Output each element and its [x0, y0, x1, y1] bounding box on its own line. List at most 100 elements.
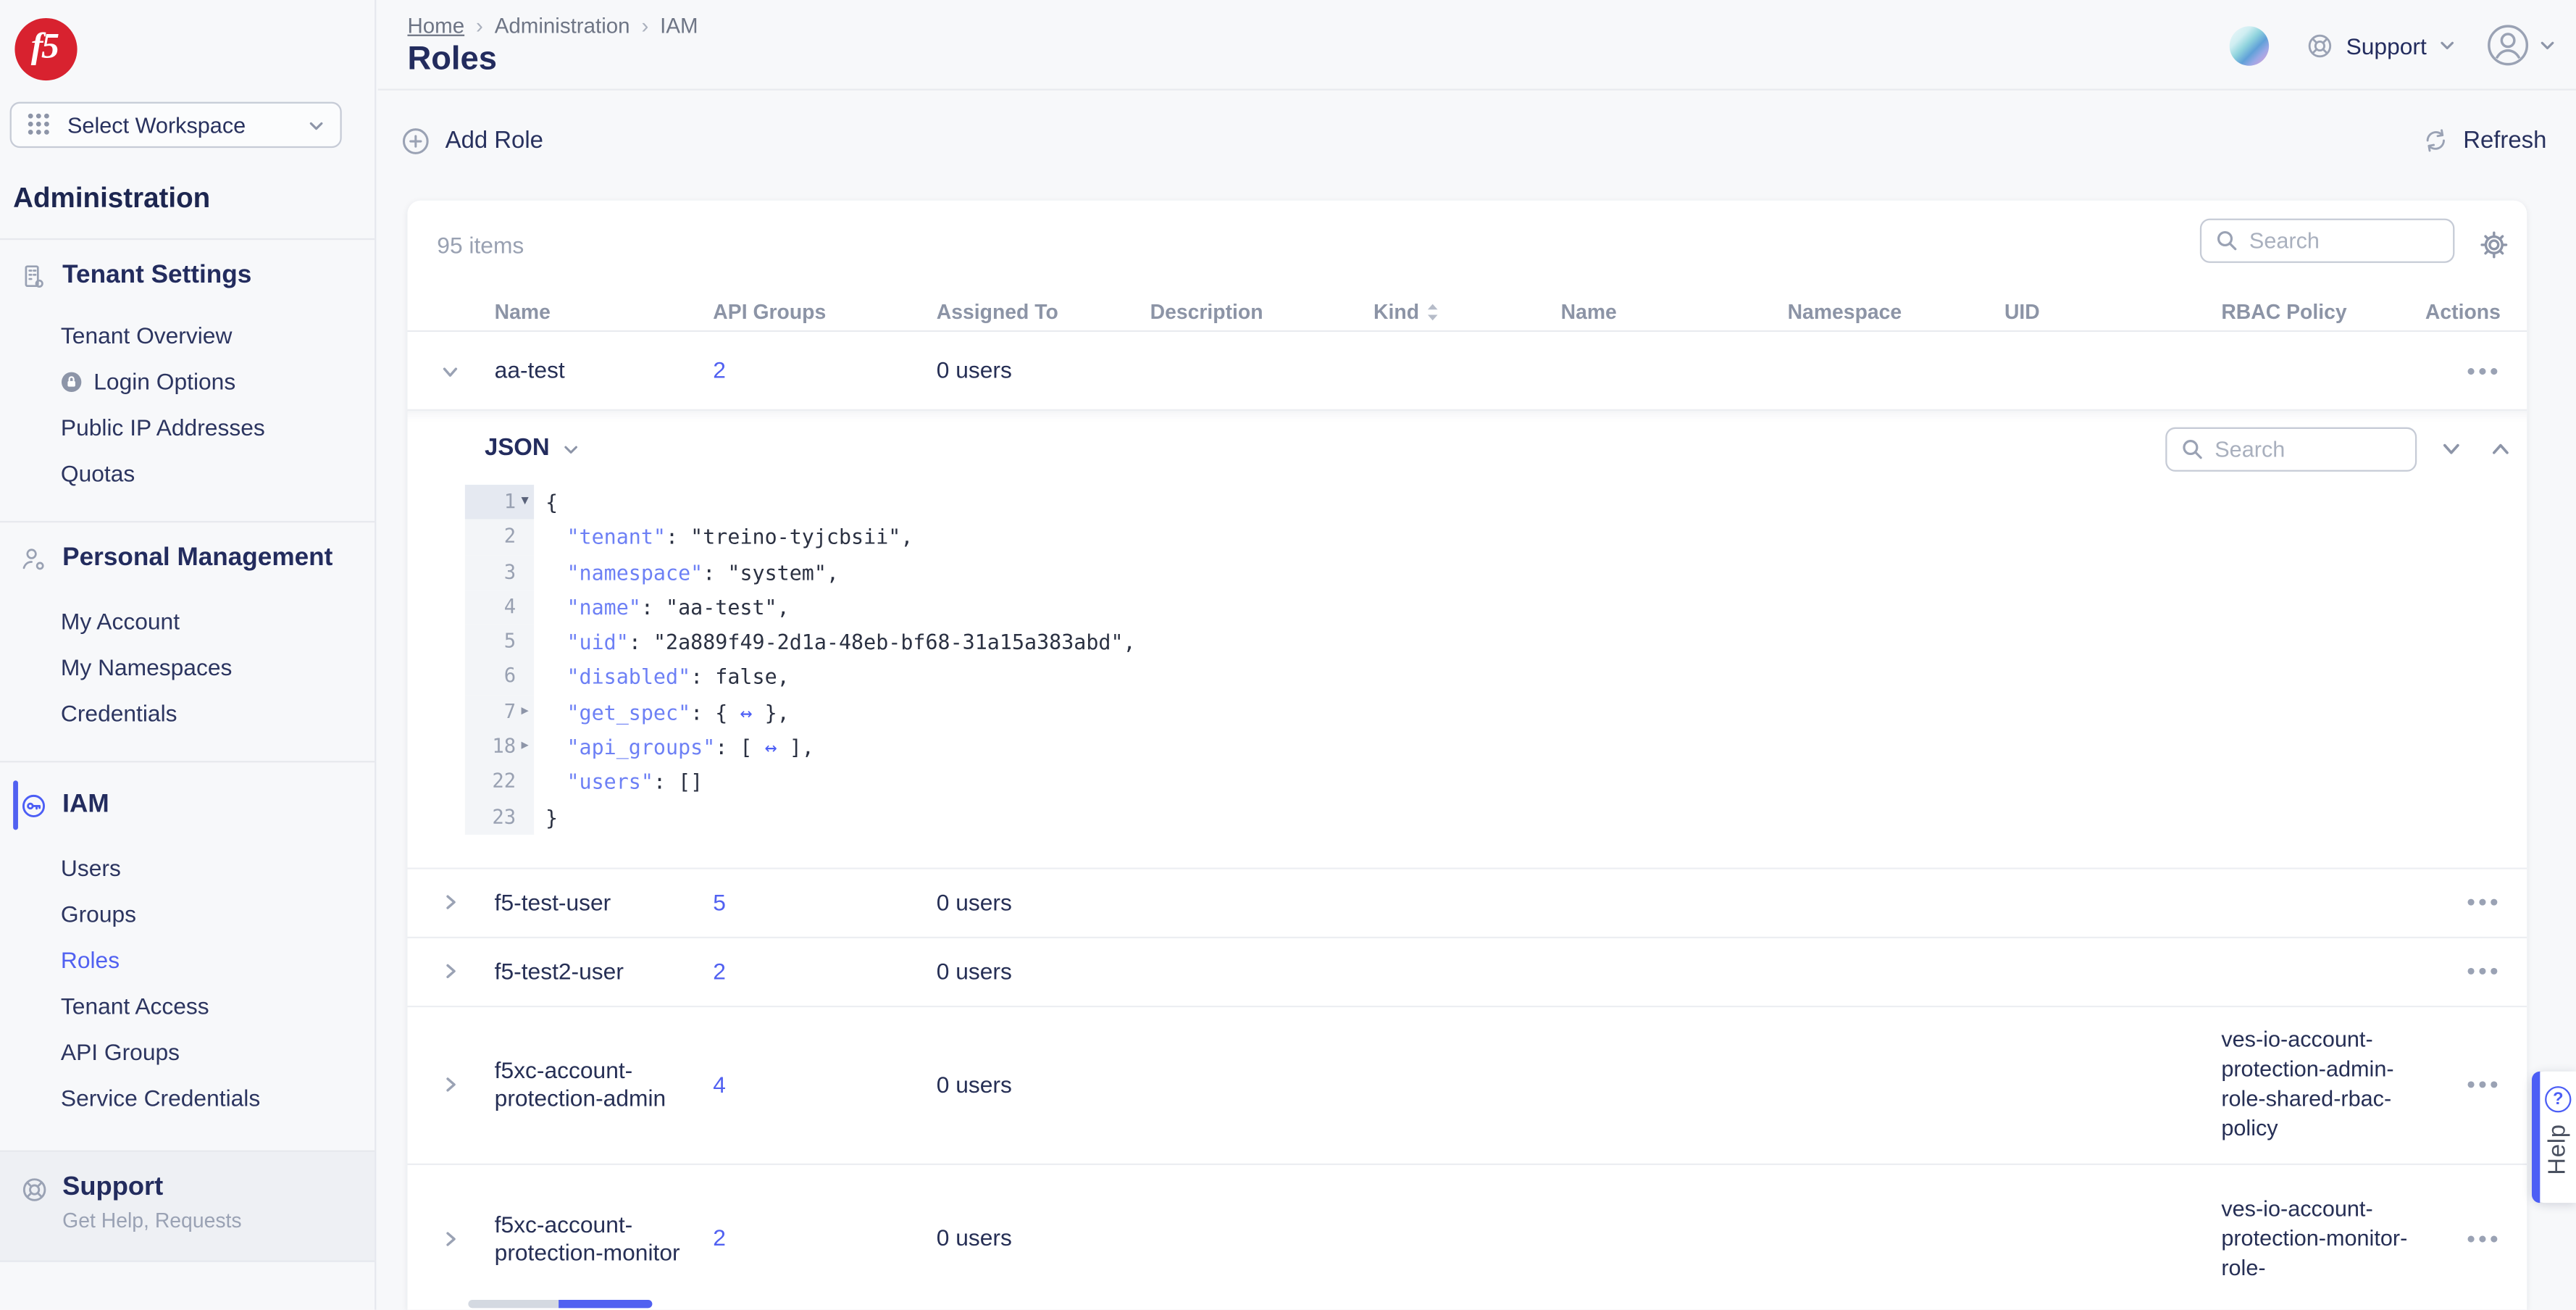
- refresh-icon: [2422, 127, 2451, 155]
- sidebar-item-label: Public IP Addresses: [61, 414, 265, 441]
- assigned-to-value: 0 users: [937, 356, 1150, 385]
- fold-closed-icon[interactable]: ▸: [516, 730, 534, 764]
- json-search-input[interactable]: [2215, 436, 2402, 461]
- sidebar-nav: Tenant Settings Tenant Overview Login Opti…: [0, 238, 375, 1151]
- sidebar-item-users[interactable]: Users: [0, 845, 375, 891]
- sidebar-item-service-credentials[interactable]: Service Credentials: [0, 1075, 375, 1121]
- sidebar-item-my-account[interactable]: My Account: [0, 598, 375, 645]
- workspace-selector[interactable]: Select Workspace: [10, 102, 342, 149]
- expand-row-icon[interactable]: [437, 1072, 478, 1098]
- tenant-avatar[interactable]: [2230, 25, 2269, 64]
- sidebar-item-label: Roles: [61, 946, 120, 972]
- chevron-down-icon: [2438, 36, 2456, 54]
- help-tab[interactable]: ? Help: [2532, 1072, 2576, 1203]
- support-menu[interactable]: Support: [2305, 30, 2456, 60]
- table-search[interactable]: [2200, 219, 2455, 263]
- line-number: 1▾: [465, 485, 534, 520]
- table-row[interactable]: f5xc-account-protection-monitor20 usersv…: [407, 1165, 2527, 1310]
- row-name: f5-test2-user: [495, 958, 714, 986]
- sidebar-item-quotas[interactable]: Quotas: [0, 450, 375, 496]
- life-ring-icon: [2305, 30, 2335, 60]
- column-5-name: Name: [1561, 300, 1788, 323]
- add-role-button[interactable]: Add Role: [401, 127, 543, 157]
- sidebar-section-header-tenant-settings[interactable]: Tenant Settings: [0, 246, 375, 306]
- scrollbar-thumb[interactable]: [559, 1300, 652, 1308]
- column-label: Assigned To: [937, 300, 1058, 323]
- column-1-api-groups: API Groups: [713, 300, 936, 323]
- kind-sort-icon[interactable]: [1426, 301, 1439, 321]
- f5-logo[interactable]: f5: [14, 18, 77, 80]
- json-code-block[interactable]: 1▾{2"tenant": "treino-tyjcbsii",3"namesp…: [465, 485, 2498, 835]
- api-groups-count-link[interactable]: 5: [713, 889, 726, 915]
- sidebar-item-tenant-access[interactable]: Tenant Access: [0, 982, 375, 1029]
- sidebar-item-label: Login Options: [93, 368, 235, 394]
- sidebar-item-credentials[interactable]: Credentials: [0, 691, 375, 737]
- api-groups-count-link[interactable]: 2: [713, 356, 726, 383]
- fold-closed-icon[interactable]: ▸: [516, 695, 534, 730]
- sidebar-section-header-iam[interactable]: IAM: [0, 775, 375, 835]
- api-groups-count-link[interactable]: 4: [713, 1072, 726, 1098]
- sidebar-item-api-groups[interactable]: API Groups: [0, 1029, 375, 1075]
- row-actions-menu[interactable]: [2464, 1227, 2501, 1251]
- table-settings-gear-icon[interactable]: [2477, 228, 2510, 261]
- sidebar-item-public-ip-addresses[interactable]: Public IP Addresses: [0, 404, 375, 451]
- column-label: Description: [1150, 300, 1263, 323]
- assigned-to-value: 0 users: [937, 1072, 1150, 1100]
- workspace-selector-label: Select Workspace: [67, 112, 294, 137]
- table-search-input[interactable]: [2249, 228, 2440, 253]
- json-search-next-icon[interactable]: [2436, 434, 2466, 464]
- row-name: aa-test: [495, 356, 714, 385]
- help-question-icon: ?: [2545, 1086, 2571, 1112]
- api-groups-count-link[interactable]: 2: [713, 958, 726, 984]
- sidebar-support[interactable]: Support Get Help, Requests: [0, 1151, 375, 1262]
- table-row[interactable]: f5-test-user50 users: [407, 869, 2527, 938]
- json-search[interactable]: [2165, 427, 2417, 471]
- line-number: 22: [465, 764, 534, 799]
- column-4-kind: Kind: [1373, 300, 1561, 323]
- search-icon: [2215, 228, 2239, 253]
- sidebar-item-roles[interactable]: Roles: [0, 937, 375, 983]
- sidebar-item-label: API Groups: [61, 1038, 180, 1064]
- table-row[interactable]: f5-test2-user20 users: [407, 938, 2527, 1007]
- sidebar-section-label: Tenant Settings: [62, 262, 251, 291]
- json-code-line: 23}: [465, 800, 2498, 835]
- row-actions-menu[interactable]: [2464, 1074, 2501, 1097]
- breadcrumb-iam[interactable]: IAM: [660, 13, 698, 38]
- api-groups-count-link[interactable]: 2: [713, 1225, 726, 1251]
- fold-open-icon[interactable]: ▾: [516, 485, 534, 520]
- json-view-dropdown[interactable]: JSON: [485, 435, 579, 462]
- items-count: 95 items: [437, 232, 524, 258]
- topbar: Home › Administration › IAM Roles Suppor…: [378, 0, 2576, 91]
- breadcrumb-home[interactable]: Home: [407, 13, 464, 38]
- breadcrumb-separator-icon: ›: [476, 13, 483, 38]
- sidebar-item-login-options[interactable]: Login Options: [0, 358, 375, 404]
- rbac-policy-value: ves-io-account-protection-monitor-role-: [2221, 1195, 2444, 1283]
- user-avatar-icon: [2485, 23, 2530, 67]
- horizontal-scrollbar[interactable]: [468, 1300, 652, 1308]
- sidebar-item-groups[interactable]: Groups: [0, 890, 375, 937]
- table-row[interactable]: aa-test2 0 users: [407, 332, 2527, 411]
- account-menu[interactable]: [2485, 23, 2556, 67]
- sidebar-item-label: Tenant Access: [61, 993, 209, 1019]
- expand-row-icon[interactable]: [437, 890, 478, 916]
- refresh-label: Refresh: [2463, 128, 2546, 154]
- json-search-prev-icon[interactable]: [2485, 434, 2515, 464]
- line-number: 6: [465, 660, 534, 695]
- collapse-row-icon[interactable]: [437, 357, 478, 383]
- row-actions-menu[interactable]: [2464, 961, 2501, 984]
- expand-row-icon[interactable]: [437, 959, 478, 985]
- column-7-uid: UID: [2004, 300, 2221, 323]
- expand-row-icon[interactable]: [437, 1226, 478, 1252]
- refresh-button[interactable]: Refresh: [2422, 127, 2547, 155]
- assigned-to-value: 0 users: [937, 1225, 1150, 1253]
- building-gear-icon: [20, 262, 48, 291]
- column-2-assigned-to: Assigned To: [937, 300, 1150, 323]
- row-actions-menu[interactable]: [2464, 359, 2501, 383]
- breadcrumb-administration[interactable]: Administration: [495, 13, 630, 38]
- sidebar-item-my-namespaces[interactable]: My Namespaces: [0, 644, 375, 691]
- sidebar-item-tenant-overview[interactable]: Tenant Overview: [0, 312, 375, 359]
- sidebar-section-header-personal-management[interactable]: Personal Management: [0, 529, 375, 588]
- row-actions-menu[interactable]: [2464, 891, 2501, 914]
- sidebar-item-label: Credentials: [61, 700, 177, 726]
- table-row[interactable]: f5xc-account-protection-admin40 usersves…: [407, 1007, 2527, 1165]
